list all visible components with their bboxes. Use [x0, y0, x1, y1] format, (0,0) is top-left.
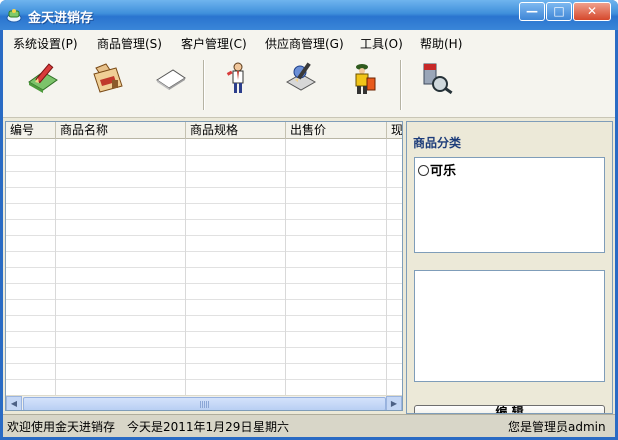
product-grid[interactable]: 编号 商品名称 商品规格 出售价 现 ◀ ▶	[5, 121, 403, 411]
paper-icon	[156, 69, 186, 90]
database-search-icon	[423, 63, 453, 95]
grid-row-line	[6, 379, 402, 380]
status-weekday: 星期六	[253, 420, 290, 434]
toolbar-label: 库存查询	[417, 105, 454, 115]
toolbar-button-staff[interactable]: 员工管理	[333, 58, 393, 115]
toolbar-label: 商品退货	[152, 105, 189, 115]
person-icon	[226, 62, 244, 93]
column-header-price[interactable]: 出售价	[286, 122, 387, 139]
grid-row-line	[6, 187, 402, 188]
toolbar-label: 员工管理	[344, 105, 381, 115]
toolbar-button-return[interactable]: 商品退货	[141, 58, 201, 115]
worker-icon	[355, 64, 376, 94]
maximize-icon: □	[553, 4, 565, 18]
toolbar-label: 商品入库	[24, 105, 61, 115]
toolbar-separator	[400, 60, 402, 110]
scroll-right-arrow-icon[interactable]: ▶	[386, 396, 402, 410]
maximize-button[interactable]: □	[546, 2, 572, 21]
toolbar-label: 商品出库	[89, 105, 126, 115]
grid-header: 编号 商品名称 商品规格 出售价 现	[6, 122, 402, 139]
grid-row-line	[6, 155, 402, 156]
column-header-id[interactable]: 编号	[6, 122, 56, 139]
edit-category-button[interactable]: 编 辑	[414, 405, 605, 413]
toolbar-button-stock-out[interactable]: 商品出库	[78, 58, 138, 115]
status-user: 您是管理员admin	[508, 420, 606, 434]
grid-column-line	[386, 139, 387, 395]
menu-bar: 系统设置(P) 商品管理(S) 客户管理(C) 供应商管理(G) 工具(O) 帮…	[3, 30, 615, 54]
grid-column-line	[285, 139, 286, 395]
toolbar-button-suppliers[interactable]: 供应商管理	[271, 58, 331, 115]
grid-column-line	[55, 139, 56, 395]
status-welcome: 欢迎使用金天进销存	[7, 420, 116, 434]
menu-tools[interactable]: 工具(O)	[360, 35, 403, 52]
menu-system-settings[interactable]: 系统设置(P)	[13, 35, 78, 52]
category-label: 可乐	[430, 164, 457, 179]
toolbar: 商品入库 商品出库 商品退货 客户管理 供应商管理 员工管理 库存查询	[3, 54, 615, 118]
toolbar-label: 客户管理	[220, 105, 257, 115]
column-header-spec[interactable]: 商品规格	[186, 122, 286, 139]
status-bar: 欢迎使用金天进销存 今天是2011年1月29日 星期六 您是管理员admin	[3, 414, 615, 437]
scrollbar-grip	[200, 401, 210, 408]
column-header-name[interactable]: 商品名称	[56, 122, 186, 139]
grid-row-line	[6, 299, 402, 300]
title-bar[interactable]: 金天进销存 — □ ✕	[0, 0, 618, 30]
menu-customer-management[interactable]: 客户管理(C)	[181, 35, 247, 52]
minimize-icon: —	[526, 4, 538, 18]
grid-row-line	[6, 171, 402, 172]
toolbar-button-stock-in[interactable]: 商品入库	[13, 58, 73, 115]
category-panel-title: 商品分类	[413, 136, 462, 150]
grid-row-line	[6, 267, 402, 268]
toolbar-label: 供应商管理	[278, 105, 324, 115]
horizontal-scrollbar[interactable]: ◀ ▶	[6, 395, 402, 410]
pencil-book-icon	[28, 63, 58, 93]
column-header-stock[interactable]: 现	[387, 122, 402, 139]
toolbar-button-customers[interactable]: 客户管理	[209, 58, 269, 115]
close-button[interactable]: ✕	[573, 2, 611, 21]
window-title: 金天进销存	[28, 11, 94, 26]
category-item[interactable]: 可乐	[418, 160, 456, 179]
grid-row-line	[6, 331, 402, 332]
menu-supplier-management[interactable]: 供应商管理(G)	[265, 35, 344, 52]
close-icon: ✕	[586, 4, 598, 18]
grid-column-line	[185, 139, 186, 395]
grid-body[interactable]	[6, 139, 402, 396]
status-date: 今天是2011年1月29日	[127, 420, 253, 434]
minimize-button[interactable]: —	[519, 2, 545, 21]
category-detail-box[interactable]	[414, 270, 605, 382]
grid-row-line	[6, 347, 402, 348]
grid-row-line	[6, 219, 402, 220]
app-logo-icon	[6, 9, 22, 23]
main-window: 金天进销存 — □ ✕ 系统设置(P) 商品管理(S) 客户管理(C) 供应商管…	[0, 0, 618, 440]
edit-icon	[285, 62, 317, 91]
folder-icon	[93, 63, 123, 93]
toolbar-button-inventory-query[interactable]: 库存查询	[406, 58, 466, 115]
menu-help[interactable]: 帮助(H)	[420, 35, 462, 52]
menu-product-management[interactable]: 商品管理(S)	[97, 35, 162, 52]
grid-row-line	[6, 283, 402, 284]
grid-row-line	[6, 203, 402, 204]
category-list[interactable]: 可乐	[414, 157, 605, 253]
scroll-left-arrow-icon[interactable]: ◀	[6, 396, 22, 410]
grid-row-line	[6, 363, 402, 364]
grid-row-line	[6, 235, 402, 236]
toolbar-separator	[203, 60, 205, 110]
client-area: 系统设置(P) 商品管理(S) 客户管理(C) 供应商管理(G) 工具(O) 帮…	[3, 30, 615, 437]
category-panel: 商品分类 可乐 编 辑	[406, 121, 613, 414]
radio-icon[interactable]	[418, 165, 429, 176]
grid-row-line	[6, 251, 402, 252]
scrollbar-thumb[interactable]	[23, 397, 386, 410]
grid-row-line	[6, 315, 402, 316]
